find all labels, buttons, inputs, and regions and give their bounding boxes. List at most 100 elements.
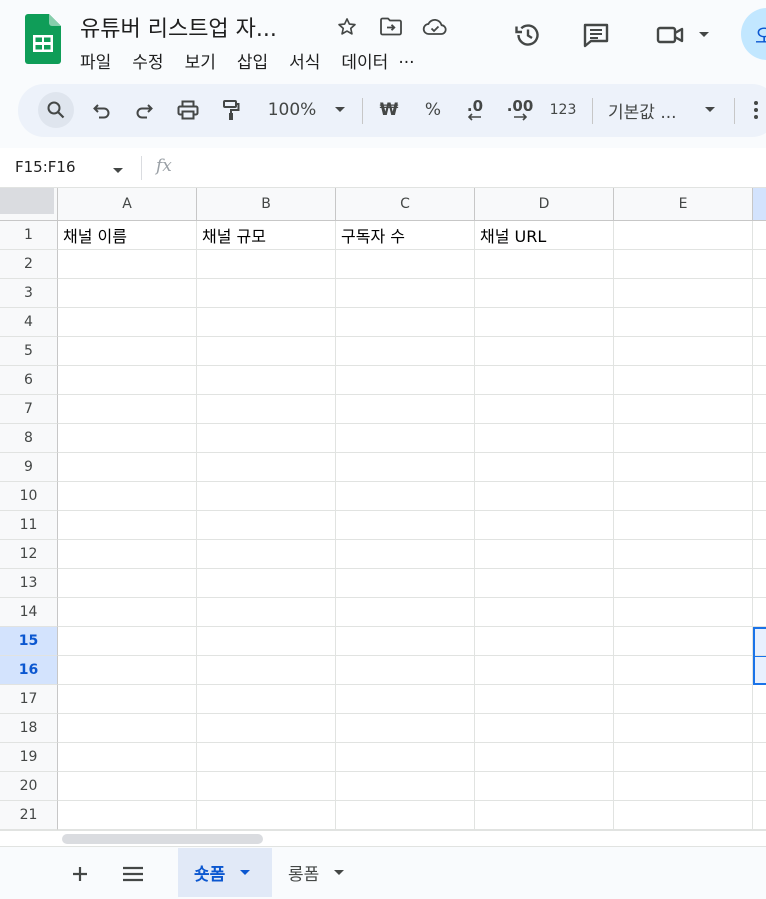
more-vert-icon[interactable] xyxy=(746,92,766,128)
row-header-12[interactable]: 12 xyxy=(0,540,58,569)
cell-f19[interactable] xyxy=(753,743,766,772)
cell-d10[interactable] xyxy=(475,482,614,511)
cell-a11[interactable] xyxy=(58,511,197,540)
menu-format[interactable]: 서식 xyxy=(289,48,320,73)
cell-a7[interactable] xyxy=(58,395,197,424)
menu-file[interactable]: 파일 xyxy=(80,48,111,73)
cell-d3[interactable] xyxy=(475,279,614,308)
column-header-a[interactable]: A xyxy=(58,188,197,221)
cell-a2[interactable] xyxy=(58,250,197,279)
cell-c5[interactable] xyxy=(336,337,475,366)
cell-d12[interactable] xyxy=(475,540,614,569)
undo-icon[interactable] xyxy=(88,92,116,128)
cell-b3[interactable] xyxy=(197,279,336,308)
row-header-9[interactable]: 9 xyxy=(0,453,58,482)
cell-a6[interactable] xyxy=(58,366,197,395)
cell-e20[interactable] xyxy=(614,772,753,801)
cell-c14[interactable] xyxy=(336,598,475,627)
document-title[interactable]: 유튜버 리스트업 자... xyxy=(80,11,277,43)
cell-e11[interactable] xyxy=(614,511,753,540)
cell-d11[interactable] xyxy=(475,511,614,540)
row-header-3[interactable]: 3 xyxy=(0,279,58,308)
cell-b20[interactable] xyxy=(197,772,336,801)
cell-f18[interactable] xyxy=(753,714,766,743)
cell-e13[interactable] xyxy=(614,569,753,598)
row-header-8[interactable]: 8 xyxy=(0,424,58,453)
freeze-handle[interactable] xyxy=(0,188,54,214)
sheet-tab-chevron-down-icon[interactable] xyxy=(239,869,251,877)
cell-c15[interactable] xyxy=(336,627,475,656)
cell-c11[interactable] xyxy=(336,511,475,540)
row-header-6[interactable]: 6 xyxy=(0,366,58,395)
cell-e19[interactable] xyxy=(614,743,753,772)
add-sheet-plus-icon[interactable] xyxy=(65,859,95,889)
horizontal-scrollbar-thumb[interactable] xyxy=(62,834,263,844)
currency-format-button[interactable]: ₩ xyxy=(376,92,402,128)
select-all-corner[interactable] xyxy=(0,188,58,221)
cell-f3[interactable] xyxy=(753,279,766,308)
user-avatar[interactable]: 오 xyxy=(741,8,766,60)
zoom-select[interactable]: 100% xyxy=(262,92,322,128)
all-sheets-menu-icon[interactable] xyxy=(118,859,148,889)
cell-e17[interactable] xyxy=(614,685,753,714)
row-header-7[interactable]: 7 xyxy=(0,395,58,424)
cell-f2[interactable] xyxy=(753,250,766,279)
cell-d4[interactable] xyxy=(475,308,614,337)
row-header-16[interactable]: 16 xyxy=(0,656,58,685)
cloud-saved-icon[interactable] xyxy=(420,12,450,42)
decrease-decimal-button[interactable]: .0 xyxy=(460,92,490,128)
meet-video-icon[interactable] xyxy=(650,15,690,55)
cell-f11[interactable] xyxy=(753,511,766,540)
cell-a20[interactable] xyxy=(58,772,197,801)
cell-c7[interactable] xyxy=(336,395,475,424)
cell-d13[interactable] xyxy=(475,569,614,598)
cell-a17[interactable] xyxy=(58,685,197,714)
search-menus-icon[interactable] xyxy=(38,92,74,128)
cell-d20[interactable] xyxy=(475,772,614,801)
cell-f21[interactable] xyxy=(753,801,766,830)
row-header-21[interactable]: 21 xyxy=(0,801,58,830)
row-header-17[interactable]: 17 xyxy=(0,685,58,714)
cell-b5[interactable] xyxy=(197,337,336,366)
cell-c3[interactable] xyxy=(336,279,475,308)
zoom-chevron-down-icon[interactable] xyxy=(330,92,350,128)
cell-e14[interactable] xyxy=(614,598,753,627)
cell-b8[interactable] xyxy=(197,424,336,453)
cell-c4[interactable] xyxy=(336,308,475,337)
cell-d16[interactable] xyxy=(475,656,614,685)
sheet-tab-shortform[interactable]: 숏폼 xyxy=(178,848,272,897)
cell-c10[interactable] xyxy=(336,482,475,511)
paint-format-icon[interactable] xyxy=(217,92,245,128)
cell-e6[interactable] xyxy=(614,366,753,395)
column-header-e[interactable]: E xyxy=(614,188,753,221)
cell-d14[interactable] xyxy=(475,598,614,627)
row-header-5[interactable]: 5 xyxy=(0,337,58,366)
row-header-15[interactable]: 15 xyxy=(0,627,58,656)
cell-a14[interactable] xyxy=(58,598,197,627)
cell-b21[interactable] xyxy=(197,801,336,830)
row-header-19[interactable]: 19 xyxy=(0,743,58,772)
cell-b18[interactable] xyxy=(197,714,336,743)
cell-b19[interactable] xyxy=(197,743,336,772)
cell-a18[interactable] xyxy=(58,714,197,743)
row-header-4[interactable]: 4 xyxy=(0,308,58,337)
cell-f5[interactable] xyxy=(753,337,766,366)
cell-a16[interactable] xyxy=(58,656,197,685)
cell-a8[interactable] xyxy=(58,424,197,453)
cell-a3[interactable] xyxy=(58,279,197,308)
cell-f10[interactable] xyxy=(753,482,766,511)
cell-f13[interactable] xyxy=(753,569,766,598)
history-icon[interactable] xyxy=(508,15,548,55)
cell-f12[interactable] xyxy=(753,540,766,569)
cell-a21[interactable] xyxy=(58,801,197,830)
column-header-d[interactable]: D xyxy=(475,188,614,221)
cell-a15[interactable] xyxy=(58,627,197,656)
cell-a9[interactable] xyxy=(58,453,197,482)
cell-d21[interactable] xyxy=(475,801,614,830)
cell-c19[interactable] xyxy=(336,743,475,772)
cell-a13[interactable] xyxy=(58,569,197,598)
cell-b1[interactable]: 채널 규모 xyxy=(197,221,336,250)
cell-f4[interactable] xyxy=(753,308,766,337)
cell-c6[interactable] xyxy=(336,366,475,395)
row-header-11[interactable]: 11 xyxy=(0,511,58,540)
